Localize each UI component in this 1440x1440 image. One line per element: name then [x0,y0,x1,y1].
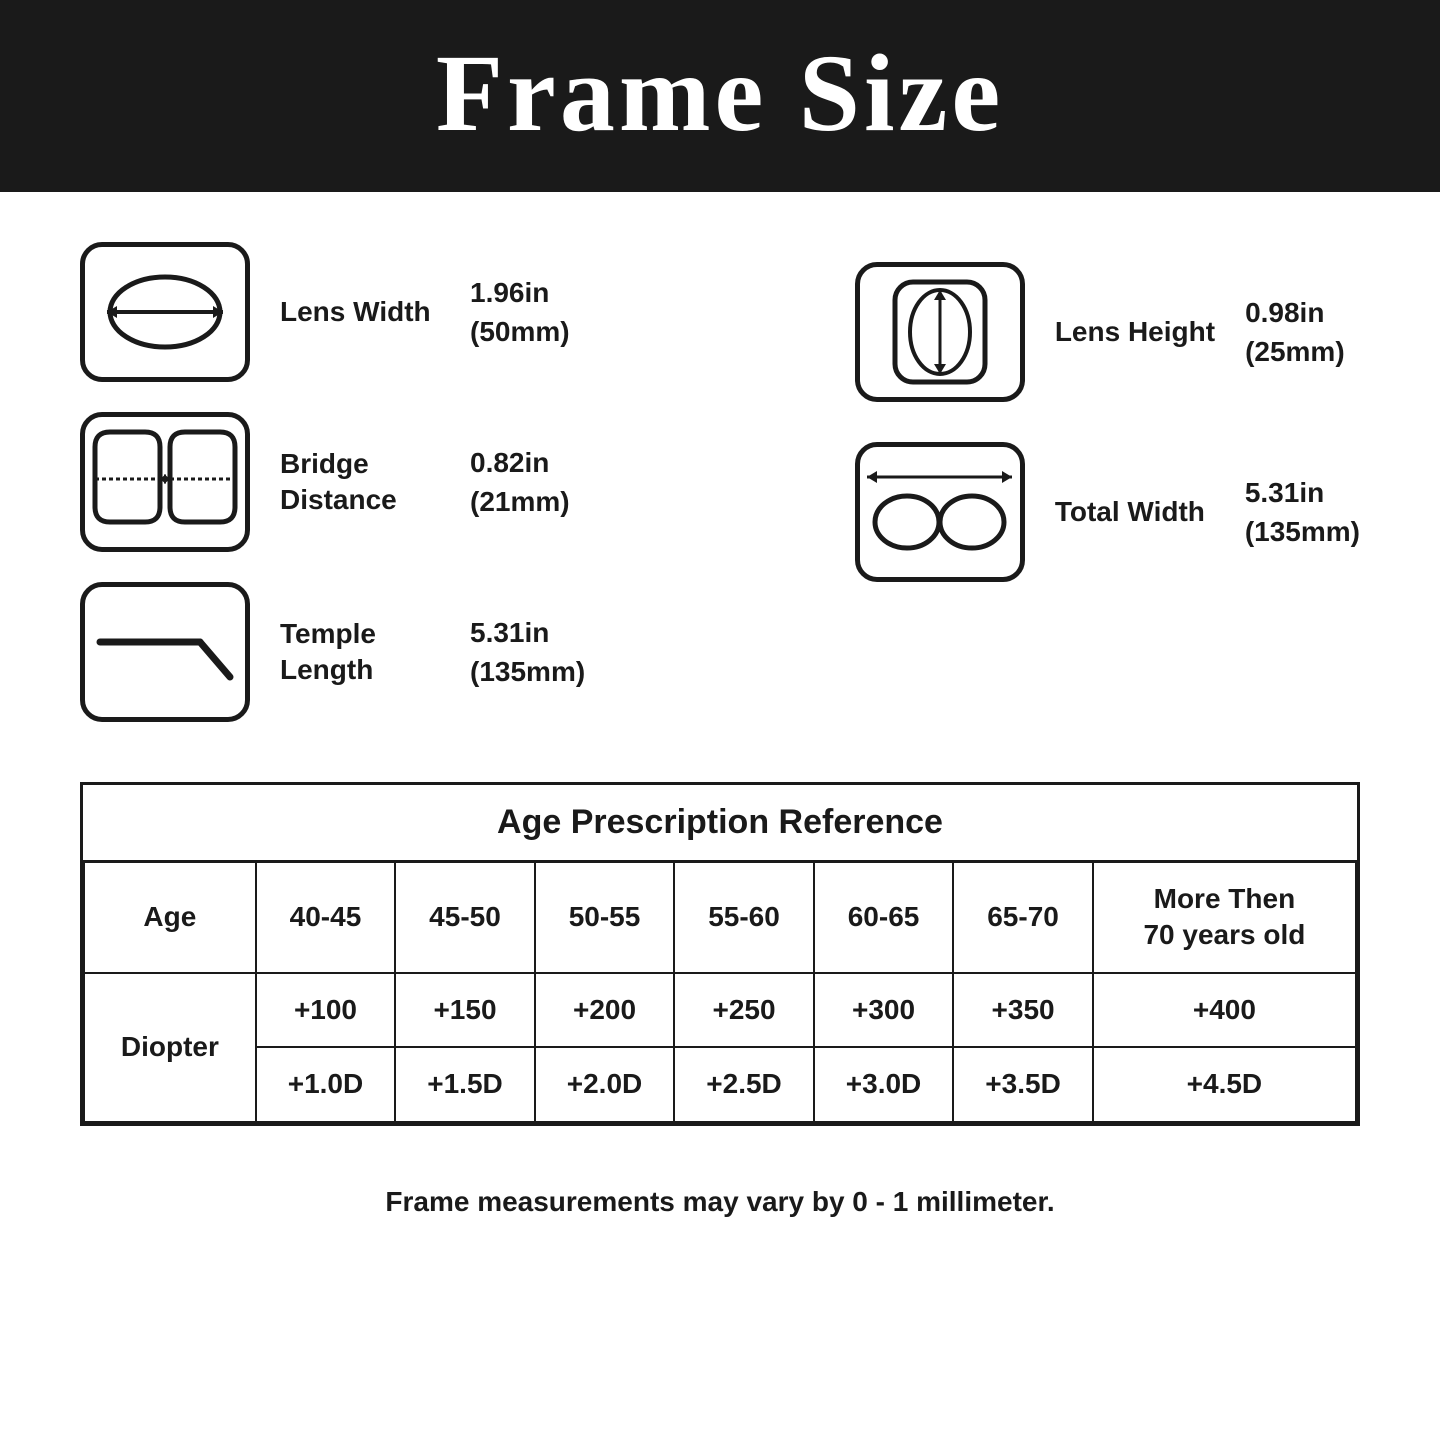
cell-250: +250 [674,973,814,1047]
total-width-icon [862,457,1017,567]
age-prescription-table-section: Age Prescription Reference Age 40-45 45-… [80,782,1360,1126]
lens-width-row: Lens Width 1.96in(50mm) [80,242,585,382]
col-header-40-45: 40-45 [256,863,396,973]
cell-2-5d: +2.5D [674,1047,814,1121]
bridge-distance-row: BridgeDistance 0.82in(21mm) [80,412,585,552]
bridge-distance-value: 0.82in(21mm) [470,443,570,521]
col-header-60-65: 60-65 [814,863,954,973]
col-header-50-55: 50-55 [535,863,675,973]
lens-height-icon [870,277,1010,387]
col-header-55-60: 55-60 [674,863,814,973]
row-header-diopter: Diopter [84,973,256,1122]
total-width-label: Total Width [1055,494,1215,530]
table-title: Age Prescription Reference [83,785,1357,863]
page-title: Frame Size [0,30,1440,157]
cell-3d: +3.0D [814,1047,954,1121]
cell-150: +150 [395,973,535,1047]
cell-200: +200 [535,973,675,1047]
total-width-row: Total Width 5.31in(135mm) [855,442,1360,582]
main-content: Lens Width 1.96in(50mm) [0,192,1440,1278]
footer-note: Frame measurements may vary by 0 - 1 mil… [80,1166,1360,1238]
cell-350: +350 [953,973,1093,1047]
lens-height-icon-box [855,262,1025,402]
temple-length-value: 5.31in(135mm) [470,613,585,691]
col-header-65-70: 65-70 [953,863,1093,973]
total-width-icon-box [855,442,1025,582]
bridge-distance-icon [90,427,240,537]
lens-width-value: 1.96in(50mm) [470,273,570,351]
lens-height-label: Lens Height [1055,314,1215,350]
frame-specs-section: Lens Width 1.96in(50mm) [80,242,1360,722]
cell-1-5d: +1.5D [395,1047,535,1121]
temple-length-icon-box [80,582,250,722]
lens-height-value: 0.98in(25mm) [1245,293,1345,371]
lens-width-label: Lens Width [280,294,440,330]
cell-4-5d: +4.5D [1093,1047,1356,1121]
temple-length-row: TempleLength 5.31in(135mm) [80,582,585,722]
col-header-age: Age [84,863,256,973]
temple-length-label: TempleLength [280,616,440,689]
col-header-70plus: More Then70 years old [1093,863,1356,973]
prescription-table: Age 40-45 45-50 50-55 55-60 60-65 65-70 … [83,863,1357,1123]
cell-2d: +2.0D [535,1047,675,1121]
table-header-row: Age 40-45 45-50 50-55 55-60 60-65 65-70 … [84,863,1356,973]
right-specs: Lens Height 0.98in(25mm) [855,242,1360,582]
cell-300: +300 [814,973,954,1047]
total-width-value: 5.31in(135mm) [1245,473,1360,551]
cell-1d: +1.0D [256,1047,396,1121]
table-diopter-row-2: +1.0D +1.5D +2.0D +2.5D +3.0D +3.5D +4.5… [84,1047,1356,1121]
bridge-distance-label: BridgeDistance [280,446,440,519]
bridge-distance-icon-box [80,412,250,552]
cell-400: +400 [1093,973,1356,1047]
cell-100: +100 [256,973,396,1047]
lens-height-row: Lens Height 0.98in(25mm) [855,262,1345,402]
lens-width-icon-box [80,242,250,382]
cell-3-5d: +3.5D [953,1047,1093,1121]
table-diopter-row-1: Diopter +100 +150 +200 +250 +300 +350 +4… [84,973,1356,1047]
page-header: Frame Size [0,0,1440,192]
left-specs: Lens Width 1.96in(50mm) [80,242,585,722]
lens-width-icon [95,262,235,362]
col-header-45-50: 45-50 [395,863,535,973]
temple-length-icon [90,597,240,707]
